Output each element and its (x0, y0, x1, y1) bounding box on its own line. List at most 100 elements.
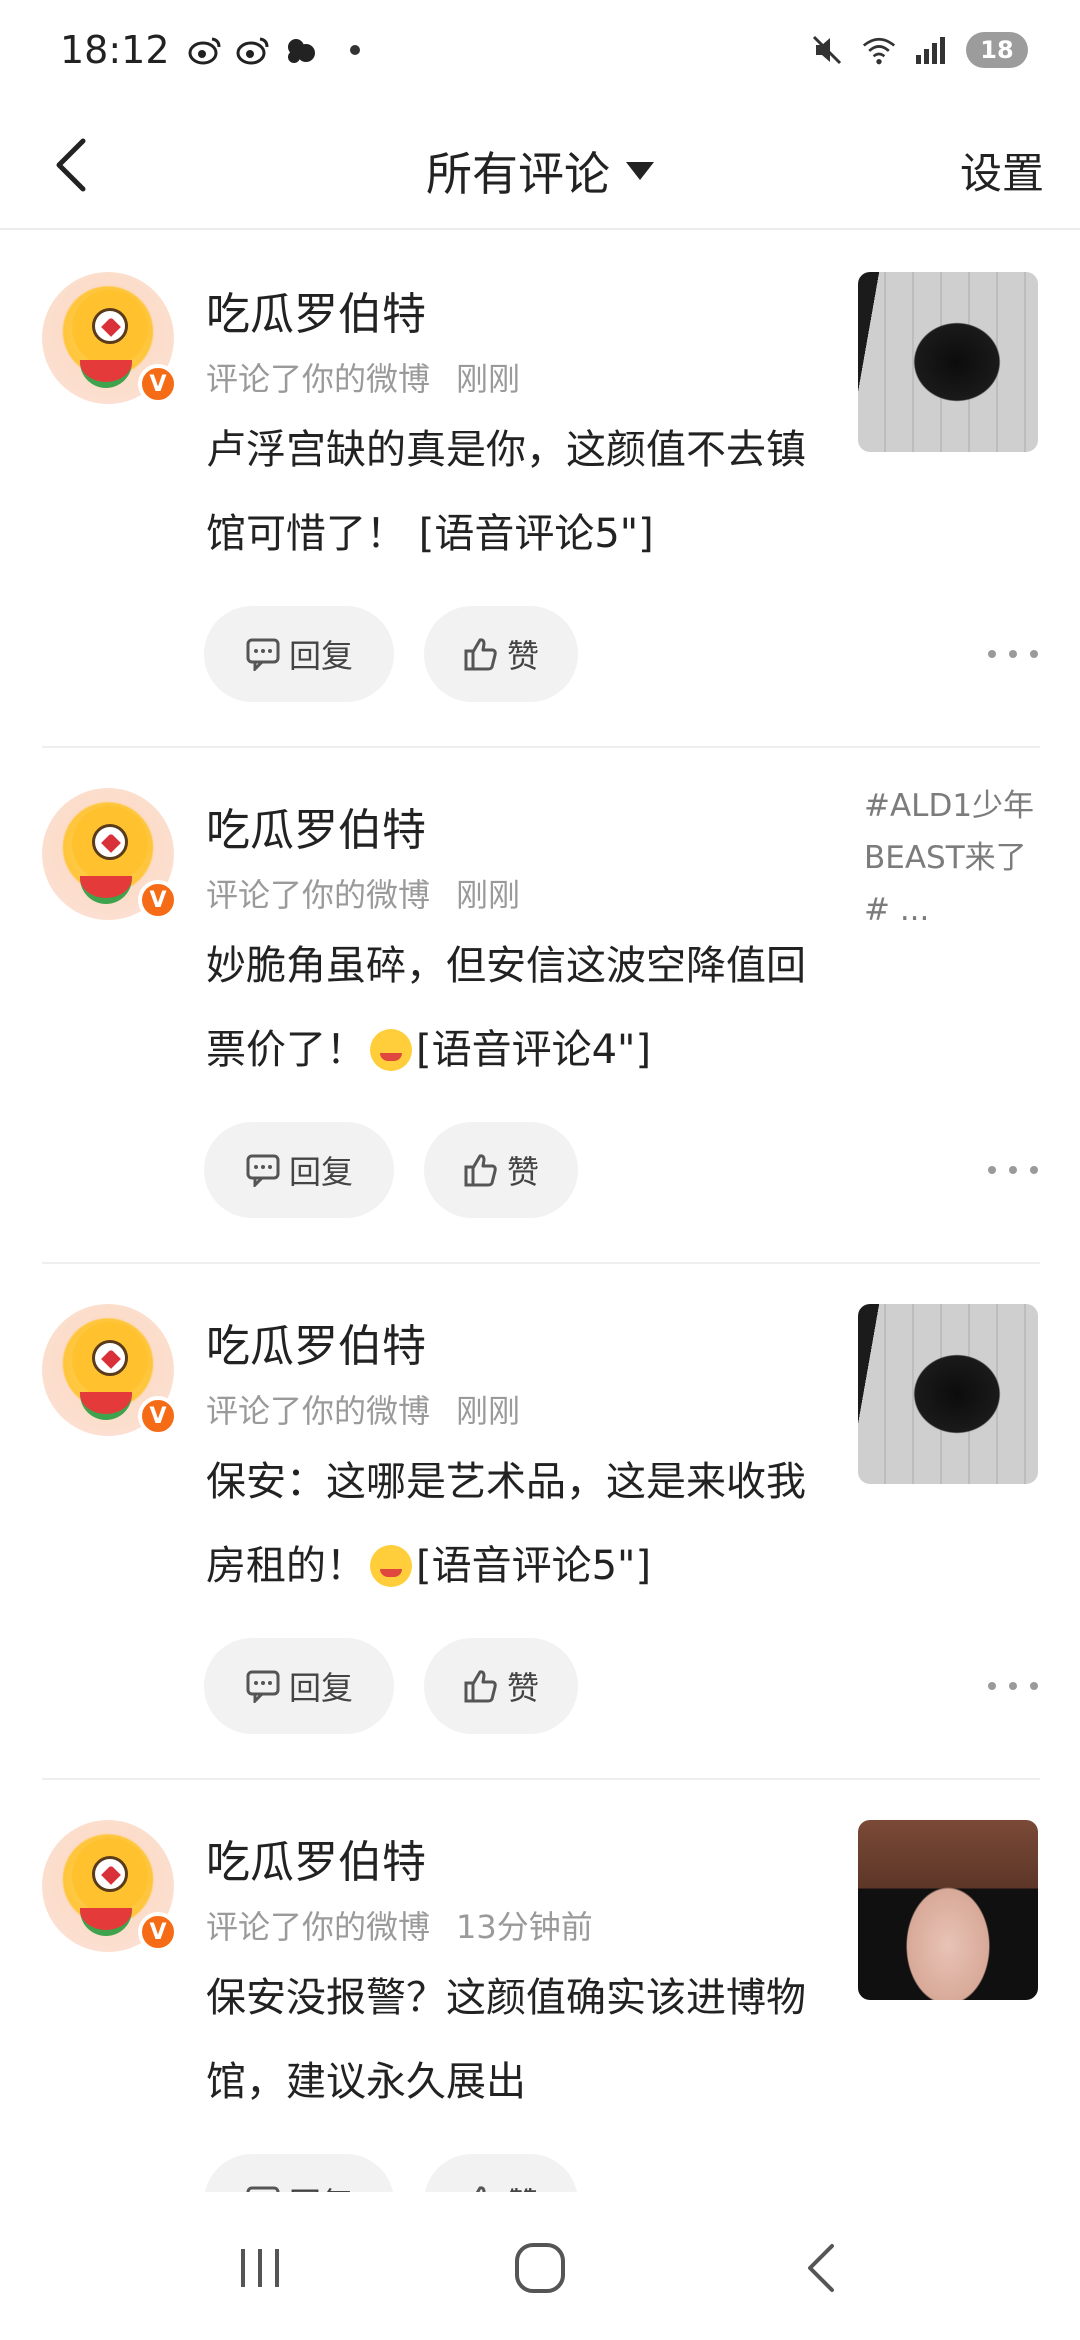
comment-item[interactable]: V 吃瓜罗伯特 评论了你的微博 刚刚 卢浮宫缺的真是你，这颜值不去镇馆可惜了！ … (0, 232, 1080, 748)
weibo-thumbnail[interactable] (858, 1304, 1038, 1484)
comment-actions: 回复 赞 (204, 2154, 578, 2192)
like-button[interactable]: 赞 (424, 1638, 578, 1734)
username[interactable]: 吃瓜罗伯特 (206, 794, 426, 858)
comment-text[interactable]: 妙脆角虽碎，但安信这波空降值回票价了！ [语音评论4"] (206, 924, 826, 1092)
recent-apps-button[interactable] (215, 2223, 305, 2313)
reply-label: 回复 (288, 1153, 353, 1191)
avatar-eye (92, 308, 128, 344)
system-nav-bar (0, 2196, 1080, 2340)
comment-text-body: 保安没报警？这颜值确实该进博物馆，建议永久展出 (206, 1975, 806, 2105)
recent-apps-icon (241, 2249, 279, 2287)
caret-down-icon (626, 162, 654, 180)
home-button[interactable] (495, 2223, 585, 2313)
comment-bubble-icon (246, 1154, 280, 1187)
comment-meta: 评论了你的微博 13分钟前 (206, 1902, 593, 1948)
comment-bubble-icon (246, 2186, 280, 2192)
like-label: 赞 (507, 2179, 539, 2192)
like-label: 赞 (506, 1153, 539, 1191)
screen: 18:12 18 所有评论 设置 V 吃瓜罗伯特 评论了你的微博 刚刚 卢浮宫缺… (0, 0, 1080, 2340)
thumbs-up-icon (464, 1154, 497, 1187)
weibo-topic-preview[interactable]: #ALD1少年BEAST来了# ... (864, 780, 1048, 936)
avatar-mascot-face (72, 1838, 148, 1914)
username[interactable]: 吃瓜罗伯特 (206, 1310, 426, 1374)
weibo-thumbnail[interactable] (858, 1820, 1038, 2000)
comment-filter-dropdown[interactable]: 所有评论 (0, 138, 1080, 204)
comment-text[interactable]: 保安：这哪是艺术品，这是来收我房租的！ [语音评论5"] (206, 1440, 826, 1608)
more-options-icon[interactable] (988, 634, 1038, 674)
status-time: 18:12 (60, 28, 170, 72)
reply-button[interactable]: 回复 (204, 1638, 394, 1734)
like-label: 赞 (506, 1669, 539, 1707)
thumbs-up-icon (464, 1670, 497, 1703)
weibo-icon (236, 33, 270, 67)
comment-time: 刚刚 (456, 360, 521, 398)
comment-list: V 吃瓜罗伯特 评论了你的微博 刚刚 卢浮宫缺的真是你，这颜值不去镇馆可惜了！ … (0, 232, 1080, 2192)
like-button[interactable]: 赞 (424, 2154, 578, 2192)
more-notifications-dot (349, 45, 360, 55)
comment-item[interactable]: V 吃瓜罗伯特 评论了你的微博 刚刚 保安：这哪是艺术品，这是来收我房租的！ [语… (0, 1264, 1080, 1780)
comment-bubble-icon (246, 638, 280, 671)
heart-icon (101, 1349, 121, 1369)
watermelon-icon (80, 1908, 132, 1936)
avatar-eye (92, 1340, 128, 1376)
page-title: 所有评论 (426, 147, 610, 201)
yummy-emoji-icon (370, 1029, 412, 1071)
comment-action: 评论了你的微博 (206, 360, 431, 398)
watermelon-icon (80, 1392, 132, 1420)
comment-text-body: 卢浮宫缺的真是你，这颜值不去镇馆可惜了！ [语音评论5"] (206, 427, 806, 557)
verified-badge-icon: V (138, 1396, 178, 1436)
watermelon-icon (80, 360, 132, 388)
comment-action: 评论了你的微博 (206, 876, 431, 914)
like-label: 赞 (506, 637, 539, 675)
heart-icon (101, 833, 121, 853)
comment-bubble-icon (246, 1670, 280, 1703)
comment-action: 评论了你的微博 (206, 1908, 431, 1946)
comment-actions: 回复 赞 (204, 606, 578, 702)
avatar[interactable]: V (42, 788, 178, 920)
signal-icon (914, 33, 948, 67)
comment-item[interactable]: V 吃瓜罗伯特 评论了你的微博 13分钟前 保安没报警？这颜值确实该进博物馆，建… (0, 1780, 1080, 2192)
username[interactable]: 吃瓜罗伯特 (206, 1826, 426, 1890)
comment-meta: 评论了你的微博 刚刚 (206, 1386, 520, 1432)
comment-meta: 评论了你的微博 刚刚 (206, 870, 520, 916)
settings-button[interactable]: 设置 (960, 140, 1044, 201)
comment-time: 刚刚 (456, 1392, 521, 1430)
comment-time: 刚刚 (456, 876, 521, 914)
laugh-cry-emoji-icon (370, 1545, 412, 1587)
like-button[interactable]: 赞 (424, 606, 578, 702)
avatar[interactable]: V (42, 1304, 178, 1436)
comment-text[interactable]: 保安没报警？这颜值确实该进博物馆，建议永久展出 (206, 1956, 826, 2124)
reply-label: 回复 (288, 637, 353, 675)
system-back-button[interactable] (775, 2223, 865, 2313)
avatar-eye (92, 1856, 128, 1892)
comment-text[interactable]: 卢浮宫缺的真是你，这颜值不去镇馆可惜了！ [语音评论5"] (206, 408, 826, 576)
back-icon (808, 2244, 834, 2292)
thumbs-up-icon (475, 2186, 486, 2192)
heart-icon (101, 1865, 121, 1885)
heart-icon (101, 317, 121, 337)
username[interactable]: 吃瓜罗伯特 (206, 278, 426, 342)
voice-comment-tag: [语音评论4"] (416, 1027, 652, 1073)
comment-item[interactable]: V 吃瓜罗伯特 评论了你的微博 刚刚 妙脆角虽碎，但安信这波空降值回票价了！ [语… (0, 748, 1080, 1264)
top-bar: 所有评论 设置 (0, 100, 1080, 230)
avatar-eye (92, 824, 128, 860)
reply-label: 回复 (288, 1669, 353, 1707)
more-options-icon[interactable] (988, 1150, 1038, 1190)
avatar[interactable]: V (42, 272, 178, 404)
voice-comment-tag: [语音评论5"] (416, 1543, 652, 1589)
more-options-icon[interactable] (988, 1666, 1038, 1706)
comment-meta: 评论了你的微博 刚刚 (206, 354, 520, 400)
reply-button[interactable]: 回复 (204, 2154, 394, 2192)
reply-button[interactable]: 回复 (204, 1122, 394, 1218)
comment-actions: 回复 赞 (204, 1122, 578, 1218)
weibo-icon (188, 33, 222, 67)
watermelon-icon (80, 876, 132, 904)
avatar-mascot-face (72, 1322, 148, 1398)
weibo-thumbnail[interactable] (858, 272, 1038, 452)
thumbs-up-icon (464, 638, 497, 671)
reply-button[interactable]: 回复 (204, 606, 394, 702)
like-button[interactable]: 赞 (424, 1122, 578, 1218)
comment-action: 评论了你的微博 (206, 1392, 431, 1430)
status-right: 18 (810, 32, 1028, 68)
avatar[interactable]: V (42, 1820, 178, 1952)
